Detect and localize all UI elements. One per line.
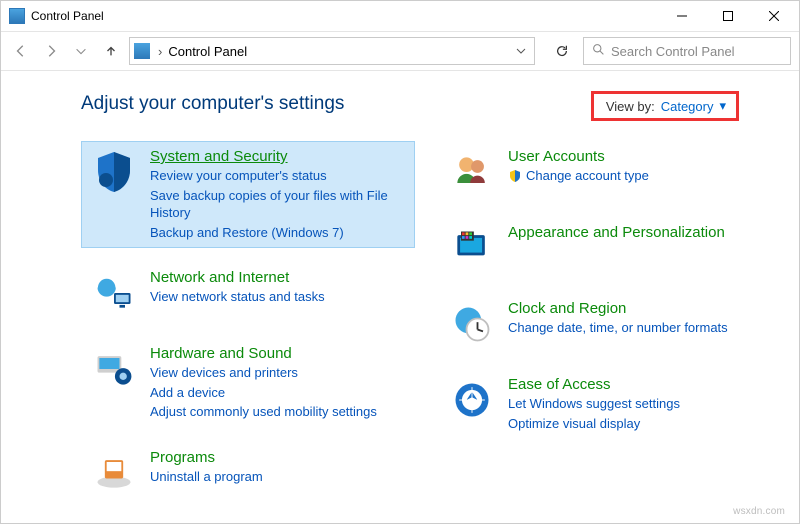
address-bar[interactable]: › Control Panel	[129, 37, 535, 65]
network-icon	[90, 269, 138, 317]
category-title-link[interactable]: Ease of Access	[508, 376, 680, 393]
category-task-link[interactable]: Let Windows suggest settings	[508, 395, 680, 413]
close-button[interactable]	[751, 1, 797, 31]
category-column-left: System and Security Review your computer…	[81, 141, 415, 504]
chevron-down-icon[interactable]: ▾	[719, 98, 726, 114]
category-user-accounts[interactable]: User Accounts Change account type	[439, 141, 773, 203]
chevron-right-icon: ›	[158, 44, 162, 59]
clock-icon	[448, 300, 496, 348]
category-task-link[interactable]: Optimize visual display	[508, 415, 680, 433]
refresh-button[interactable]	[547, 37, 577, 65]
shield-icon	[90, 148, 138, 196]
search-input[interactable]	[611, 44, 787, 59]
category-title-link[interactable]: Hardware and Sound	[150, 345, 377, 362]
category-task-link[interactable]: Backup and Restore (Windows 7)	[150, 224, 406, 242]
up-button[interactable]	[99, 39, 123, 63]
view-by-selector: View by: Category ▾	[591, 91, 739, 121]
category-task-link[interactable]: View devices and printers	[150, 364, 377, 382]
control-panel-icon	[9, 8, 25, 24]
search-box[interactable]	[583, 37, 791, 65]
category-title-link[interactable]: Appearance and Personalization	[508, 224, 725, 241]
category-appearance-and-personalization[interactable]: Appearance and Personalization	[439, 217, 773, 279]
watermark: wsxdn.com	[733, 506, 785, 517]
forward-button[interactable]	[39, 39, 63, 63]
category-task-link[interactable]: View network status and tasks	[150, 288, 325, 306]
category-grid: System and Security Review your computer…	[81, 141, 773, 504]
programs-icon	[90, 449, 138, 497]
category-system-and-security[interactable]: System and Security Review your computer…	[81, 141, 415, 248]
category-task-link[interactable]: Review your computer's status	[150, 167, 406, 185]
control-panel-window: Control Panel › Control Panel Adjust you…	[0, 0, 800, 524]
category-network-and-internet[interactable]: Network and Internet View network status…	[81, 262, 415, 324]
category-task-link[interactable]: Adjust commonly used mobility settings	[150, 403, 377, 421]
ease-of-access-icon	[448, 376, 496, 424]
breadcrumb[interactable]: Control Panel	[168, 44, 247, 59]
toolbar: › Control Panel	[1, 31, 799, 71]
back-button[interactable]	[9, 39, 33, 63]
category-task-link[interactable]: Uninstall a program	[150, 468, 263, 486]
user-accounts-icon	[448, 148, 496, 196]
category-column-right: User Accounts Change account type Appear…	[439, 141, 773, 504]
category-title-link[interactable]: System and Security	[150, 148, 406, 165]
titlebar: Control Panel	[1, 1, 799, 31]
appearance-icon	[448, 224, 496, 272]
category-ease-of-access[interactable]: Ease of Access Let Windows suggest setti…	[439, 369, 773, 439]
maximize-button[interactable]	[705, 1, 751, 31]
recent-locations-button[interactable]	[69, 39, 93, 63]
chevron-down-icon[interactable]	[512, 46, 530, 56]
uac-shield-icon	[508, 169, 522, 183]
category-title-link[interactable]: User Accounts	[508, 148, 649, 165]
category-title-link[interactable]: Programs	[150, 449, 263, 466]
window-title: Control Panel	[31, 9, 104, 23]
minimize-button[interactable]	[659, 1, 705, 31]
view-by-label: View by:	[606, 99, 655, 114]
search-icon	[592, 43, 605, 59]
view-by-value[interactable]: Category	[661, 99, 714, 114]
category-task-link[interactable]: Change date, time, or number formats	[508, 319, 728, 337]
category-hardware-and-sound[interactable]: Hardware and Sound View devices and prin…	[81, 338, 415, 428]
category-clock-and-region[interactable]: Clock and Region Change date, time, or n…	[439, 293, 773, 355]
category-task-link[interactable]: Add a device	[150, 384, 377, 402]
address-control-panel-icon	[134, 43, 150, 59]
category-task-link[interactable]: Change account type	[508, 167, 649, 185]
category-programs[interactable]: Programs Uninstall a program	[81, 442, 415, 504]
category-title-link[interactable]: Network and Internet	[150, 269, 325, 286]
category-task-link[interactable]: Save backup copies of your files with Fi…	[150, 187, 406, 222]
hardware-icon	[90, 345, 138, 393]
content-area: Adjust your computer's settings View by:…	[1, 71, 799, 523]
category-title-link[interactable]: Clock and Region	[508, 300, 728, 317]
